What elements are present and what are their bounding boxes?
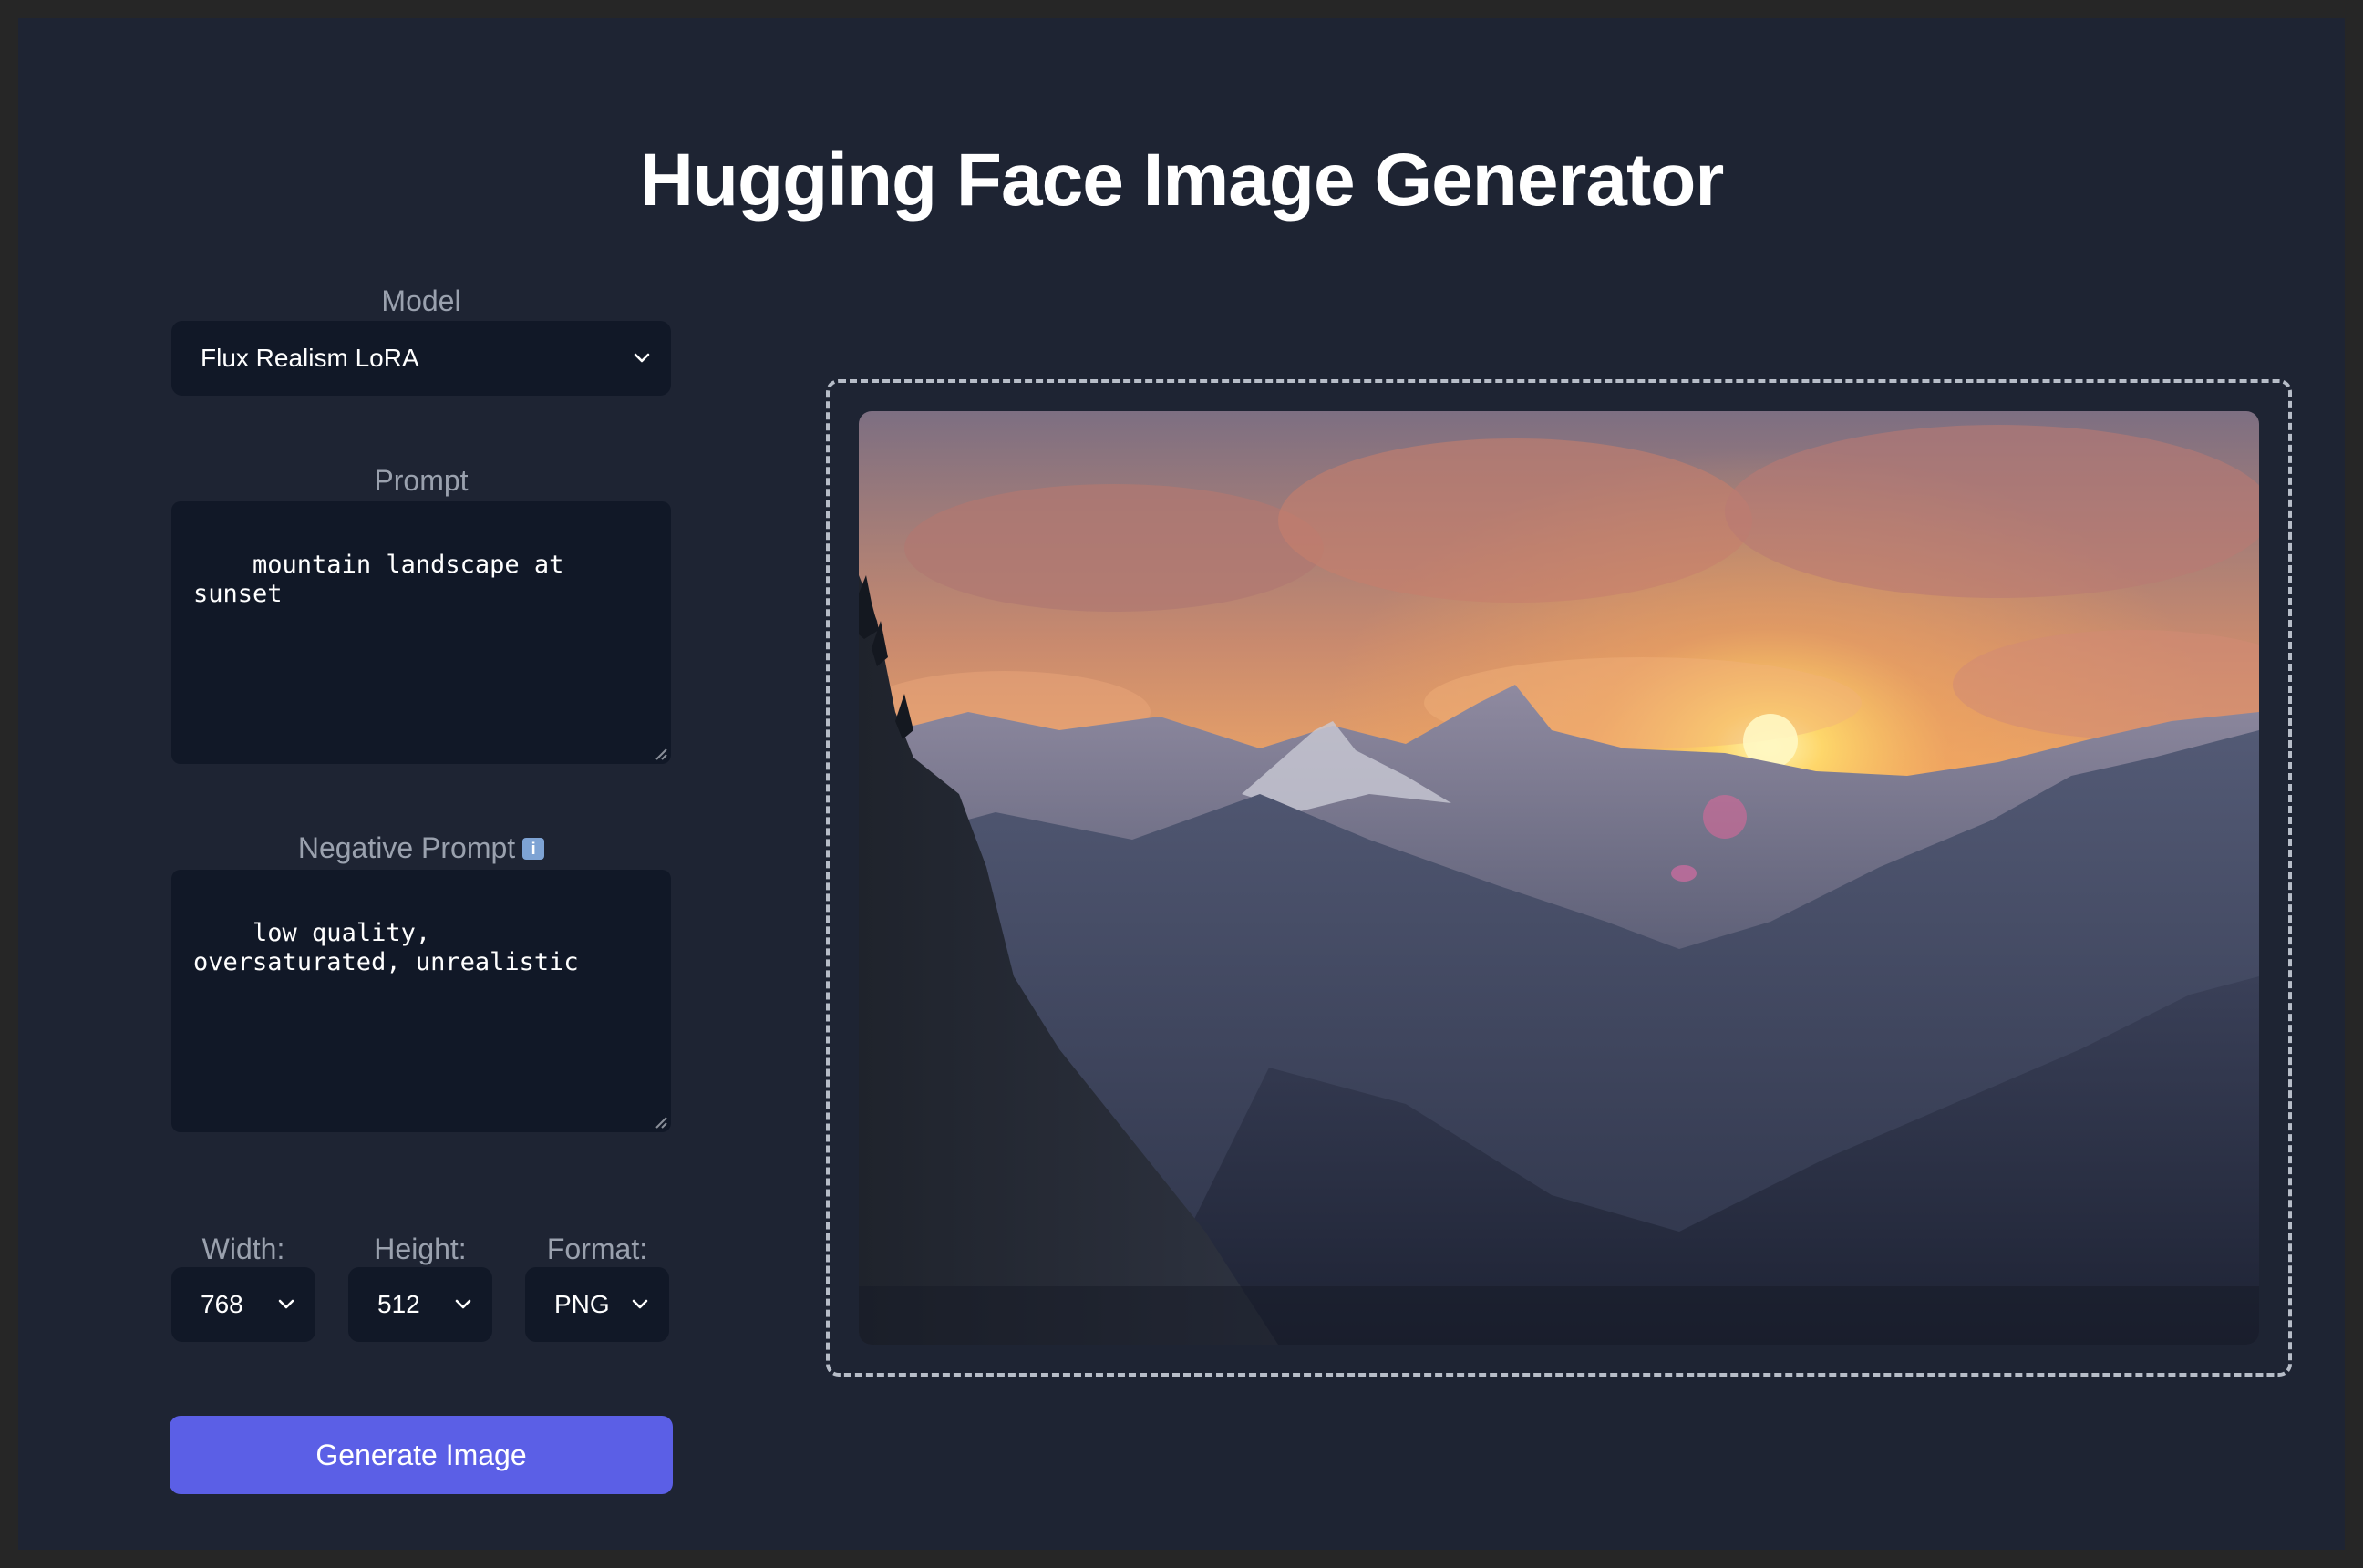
- chevron-down-icon: [278, 1299, 294, 1309]
- width-select-value: 768: [201, 1290, 243, 1318]
- model-select-value: Flux Realism LoRA: [201, 344, 419, 372]
- info-icon[interactable]: i: [522, 837, 545, 860]
- resize-handle-icon[interactable]: [655, 748, 667, 760]
- model-select[interactable]: Flux Realism LoRA: [171, 321, 671, 396]
- negative-prompt-text: low quality, oversaturated, unrealistic: [193, 919, 579, 976]
- model-label: Model: [381, 284, 461, 317]
- format-select-value: PNG: [554, 1290, 610, 1318]
- negative-prompt-label: Negative Prompt i: [171, 830, 671, 866]
- generate-image-button[interactable]: Generate Image: [170, 1416, 673, 1494]
- prompt-textarea[interactable]: mountain landscape at sunset: [171, 501, 671, 764]
- format-select[interactable]: PNG: [525, 1267, 669, 1342]
- format-label: Format:: [546, 1233, 648, 1265]
- height-label: Height:: [374, 1233, 467, 1265]
- width-select[interactable]: 768: [171, 1267, 315, 1342]
- resize-handle-icon[interactable]: [655, 1116, 667, 1129]
- negative-prompt-label-text: Negative Prompt: [297, 831, 516, 864]
- sunset-mountain-image: [859, 411, 2259, 1345]
- width-label: Width:: [201, 1233, 285, 1265]
- generated-image[interactable]: [859, 411, 2259, 1345]
- negative-prompt-textarea[interactable]: low quality, oversaturated, unrealistic: [171, 870, 671, 1132]
- height-select-value: 512: [377, 1290, 420, 1318]
- chevron-down-icon: [634, 353, 650, 363]
- chevron-down-icon: [455, 1299, 471, 1309]
- app-container: Hugging Face Image Generator Model Flux …: [18, 18, 2345, 1550]
- height-select[interactable]: 512: [348, 1267, 492, 1342]
- prompt-label: Prompt: [374, 464, 469, 497]
- page-title: Hugging Face Image Generator: [639, 139, 1725, 222]
- prompt-text: mountain landscape at sunset: [193, 551, 579, 608]
- chevron-down-icon: [632, 1299, 648, 1309]
